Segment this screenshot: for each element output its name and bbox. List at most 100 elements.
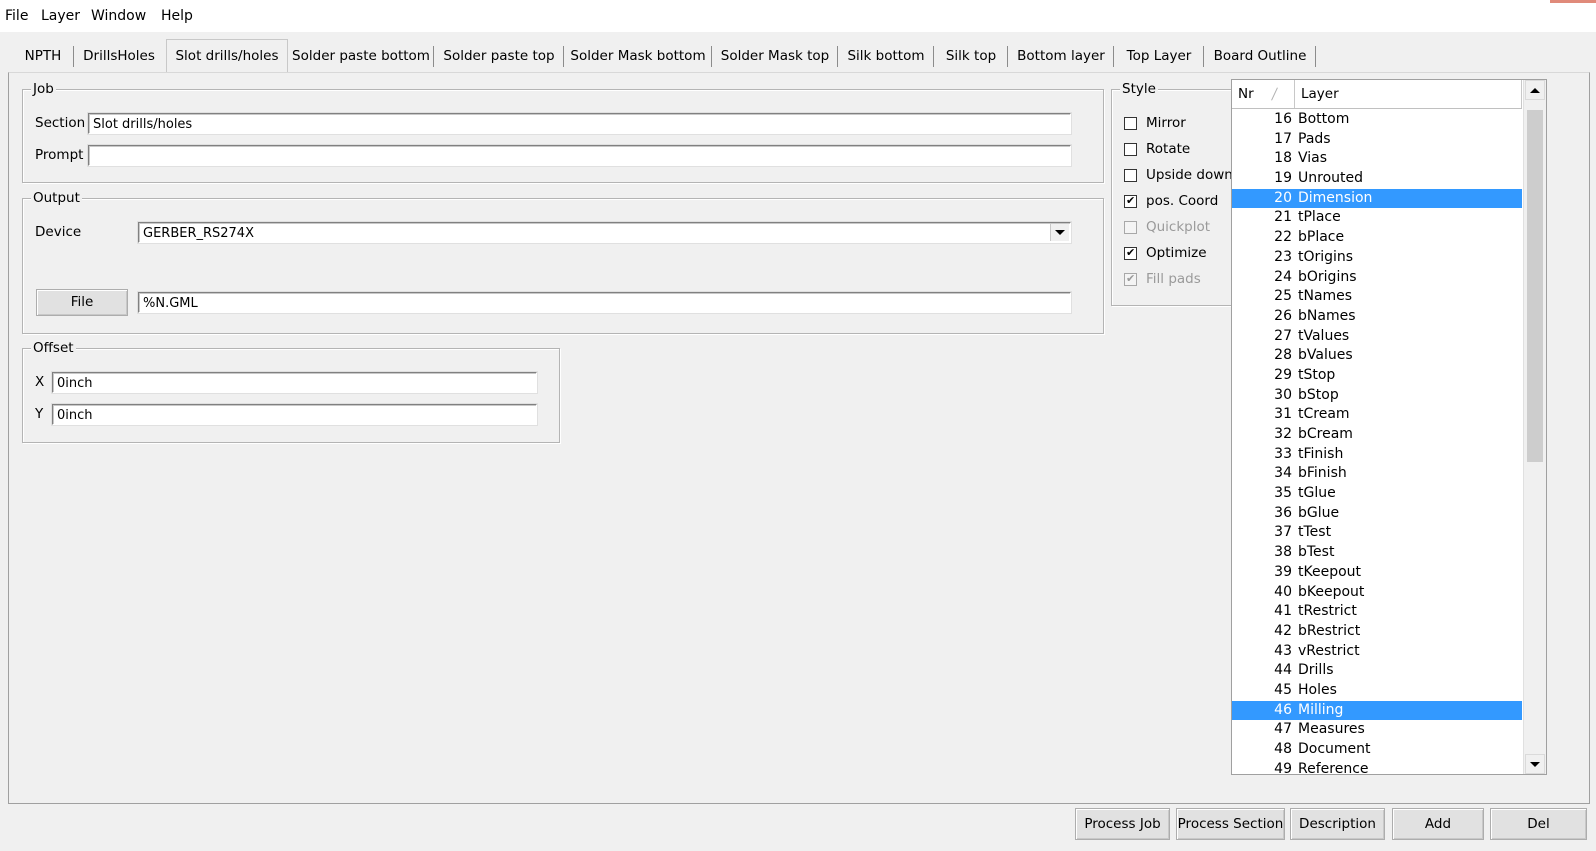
layer-row[interactable]: 42 bRestrict bbox=[1232, 622, 1522, 642]
layer-row[interactable]: 23 tOrigins bbox=[1232, 248, 1522, 268]
tab-solder-mask-bottom[interactable]: Solder Mask bottom bbox=[564, 42, 712, 71]
description-button[interactable]: Description bbox=[1290, 808, 1385, 840]
menu-window[interactable]: Window bbox=[91, 7, 146, 25]
tab-npth[interactable]: NPTH bbox=[12, 42, 74, 71]
offset-y-label: Y bbox=[35, 406, 44, 422]
tab-silk-top[interactable]: Silk top bbox=[934, 42, 1008, 71]
tab-top-layer[interactable]: Top Layer bbox=[1114, 42, 1204, 71]
layer-row[interactable]: 25 tNames bbox=[1232, 287, 1522, 307]
layer-row[interactable]: 39 tKeepout bbox=[1232, 563, 1522, 583]
tab-bottom-layer[interactable]: Bottom layer bbox=[1008, 42, 1114, 71]
layer-name: Document bbox=[1298, 741, 1371, 757]
menu-help[interactable]: Help bbox=[161, 7, 193, 25]
section-input[interactable]: Slot drills/holes bbox=[88, 113, 1071, 134]
layer-row[interactable]: 46 Milling bbox=[1232, 700, 1522, 721]
checkbox[interactable]: ✔ bbox=[1124, 194, 1137, 208]
tab-slot-drills-holes[interactable]: Slot drills/holes bbox=[166, 39, 288, 73]
layer-row[interactable]: 44 Drills bbox=[1232, 661, 1522, 681]
layer-row[interactable]: 37 tTest bbox=[1232, 523, 1522, 543]
column-header-layer[interactable]: Layer bbox=[1295, 80, 1522, 108]
layer-row[interactable]: 28 bValues bbox=[1232, 346, 1522, 366]
file-button[interactable]: File bbox=[36, 289, 128, 316]
style-option[interactable]: Rotate bbox=[1124, 139, 1190, 159]
layer-nr: 31 bbox=[1274, 406, 1292, 423]
layer-row[interactable]: 16 Bottom bbox=[1232, 110, 1522, 130]
layer-row[interactable]: 36 bGlue bbox=[1232, 504, 1522, 524]
layer-row[interactable]: 32 bCream bbox=[1232, 425, 1522, 445]
layer-row[interactable]: 48 Document bbox=[1232, 740, 1522, 760]
dropdown-arrow-icon[interactable] bbox=[1050, 224, 1069, 241]
layer-row[interactable]: 26 bNames bbox=[1232, 307, 1522, 327]
checkmark-icon: ✔ bbox=[1126, 271, 1136, 285]
style-option[interactable]: Upside down bbox=[1124, 165, 1233, 185]
layer-nr: 38 bbox=[1274, 544, 1292, 561]
offset-x-input[interactable]: 0inch bbox=[52, 372, 537, 393]
checkbox[interactable] bbox=[1124, 116, 1137, 130]
layer-name: tValues bbox=[1298, 327, 1350, 344]
offset-y-input[interactable]: 0inch bbox=[52, 404, 537, 425]
layer-rows: 16 Bottom 17 Pads 18 Vias 19 Unrouted 20 Dimensio… bbox=[1232, 110, 1522, 775]
layer-row[interactable]: 29 tStop bbox=[1232, 366, 1522, 386]
menu-file[interactable]: File bbox=[5, 7, 28, 25]
layer-row[interactable]: 19 Unrouted bbox=[1232, 169, 1522, 189]
menu-bar: File Layer Window Help bbox=[0, 0, 1596, 32]
offset-group-title: Offset bbox=[31, 340, 76, 356]
layer-name: Reference bbox=[1298, 760, 1369, 775]
layer-row[interactable]: 30 bStop bbox=[1232, 386, 1522, 406]
layer-row[interactable]: 33 tFinish bbox=[1232, 445, 1522, 465]
process-job-button[interactable]: Process Job bbox=[1075, 808, 1170, 840]
tab-drillsholes[interactable]: DrillsHoles bbox=[74, 42, 164, 71]
del-button[interactable]: Del bbox=[1490, 808, 1587, 840]
layer-list[interactable]: Nr Layer 16 Bottom 17 Pads 18 Vias 19 Unrouted 2… bbox=[1231, 79, 1547, 775]
tab-solder-paste-top[interactable]: Solder paste top bbox=[434, 42, 564, 71]
checkbox bbox=[1124, 220, 1137, 234]
layer-row[interactable]: 41 tRestrict bbox=[1232, 602, 1522, 622]
layer-row[interactable]: 20 Dimension bbox=[1232, 188, 1522, 209]
tab-board-outline[interactable]: Board Outline bbox=[1204, 42, 1316, 71]
prompt-input[interactable] bbox=[88, 145, 1071, 166]
scroll-down-icon[interactable] bbox=[1525, 754, 1545, 774]
layer-row[interactable]: 38 bTest bbox=[1232, 543, 1522, 563]
layer-row[interactable]: 31 tCream bbox=[1232, 405, 1522, 425]
process-section-button[interactable]: Process Section bbox=[1176, 808, 1285, 840]
style-option[interactable]: Mirror bbox=[1124, 113, 1186, 133]
vertical-scrollbar[interactable] bbox=[1523, 80, 1546, 774]
device-select[interactable]: GERBER_RS274X bbox=[138, 222, 1071, 243]
layer-row[interactable]: 17 Pads bbox=[1232, 130, 1522, 150]
tab-silk-bottom[interactable]: Silk bottom bbox=[838, 42, 934, 71]
style-option[interactable]: ✔ pos. Coord bbox=[1124, 191, 1218, 211]
layer-row[interactable]: 40 bKeepout bbox=[1232, 583, 1522, 603]
layer-row[interactable]: 21 tPlace bbox=[1232, 208, 1522, 228]
tab-solder-paste-bottom[interactable]: Solder paste bottom bbox=[288, 42, 434, 71]
layer-row[interactable]: 24 bOrigins bbox=[1232, 268, 1522, 288]
layer-row[interactable]: 47 Measures bbox=[1232, 720, 1522, 740]
layer-nr: 22 bbox=[1274, 229, 1292, 246]
layer-row[interactable]: 43 vRestrict bbox=[1232, 642, 1522, 662]
layer-row[interactable]: 49 Reference bbox=[1232, 760, 1522, 775]
layer-row[interactable]: 35 tGlue bbox=[1232, 484, 1522, 504]
scrollbar-thumb[interactable] bbox=[1527, 110, 1543, 462]
layer-nr: 37 bbox=[1274, 524, 1292, 541]
file-input[interactable]: %N.GML bbox=[138, 292, 1071, 313]
layer-name: bTest bbox=[1298, 544, 1335, 561]
style-option: ✔ Fill pads bbox=[1124, 269, 1201, 289]
checkbox[interactable] bbox=[1124, 142, 1137, 156]
layer-row[interactable]: 18 Vias bbox=[1232, 149, 1522, 169]
layer-nr: 21 bbox=[1274, 209, 1292, 226]
checkbox[interactable]: ✔ bbox=[1124, 246, 1137, 260]
layer-nr: 48 bbox=[1274, 741, 1292, 757]
layer-row[interactable]: 27 tValues bbox=[1232, 327, 1522, 347]
checkbox[interactable] bbox=[1124, 168, 1137, 182]
scroll-up-icon[interactable] bbox=[1525, 80, 1545, 100]
layer-name: tStop bbox=[1298, 366, 1336, 383]
menu-layer[interactable]: Layer bbox=[41, 7, 80, 25]
layer-nr: 17 bbox=[1274, 130, 1292, 147]
layer-row[interactable]: 45 Holes bbox=[1232, 681, 1522, 701]
column-header-nr[interactable]: Nr bbox=[1232, 80, 1294, 108]
tab-solder-mask-top[interactable]: Solder Mask top bbox=[712, 42, 838, 71]
layer-row[interactable]: 34 bFinish bbox=[1232, 464, 1522, 484]
style-option[interactable]: ✔ Optimize bbox=[1124, 243, 1207, 263]
layer-nr: 23 bbox=[1274, 248, 1292, 265]
add-button[interactable]: Add bbox=[1392, 808, 1484, 840]
layer-row[interactable]: 22 bPlace bbox=[1232, 228, 1522, 248]
